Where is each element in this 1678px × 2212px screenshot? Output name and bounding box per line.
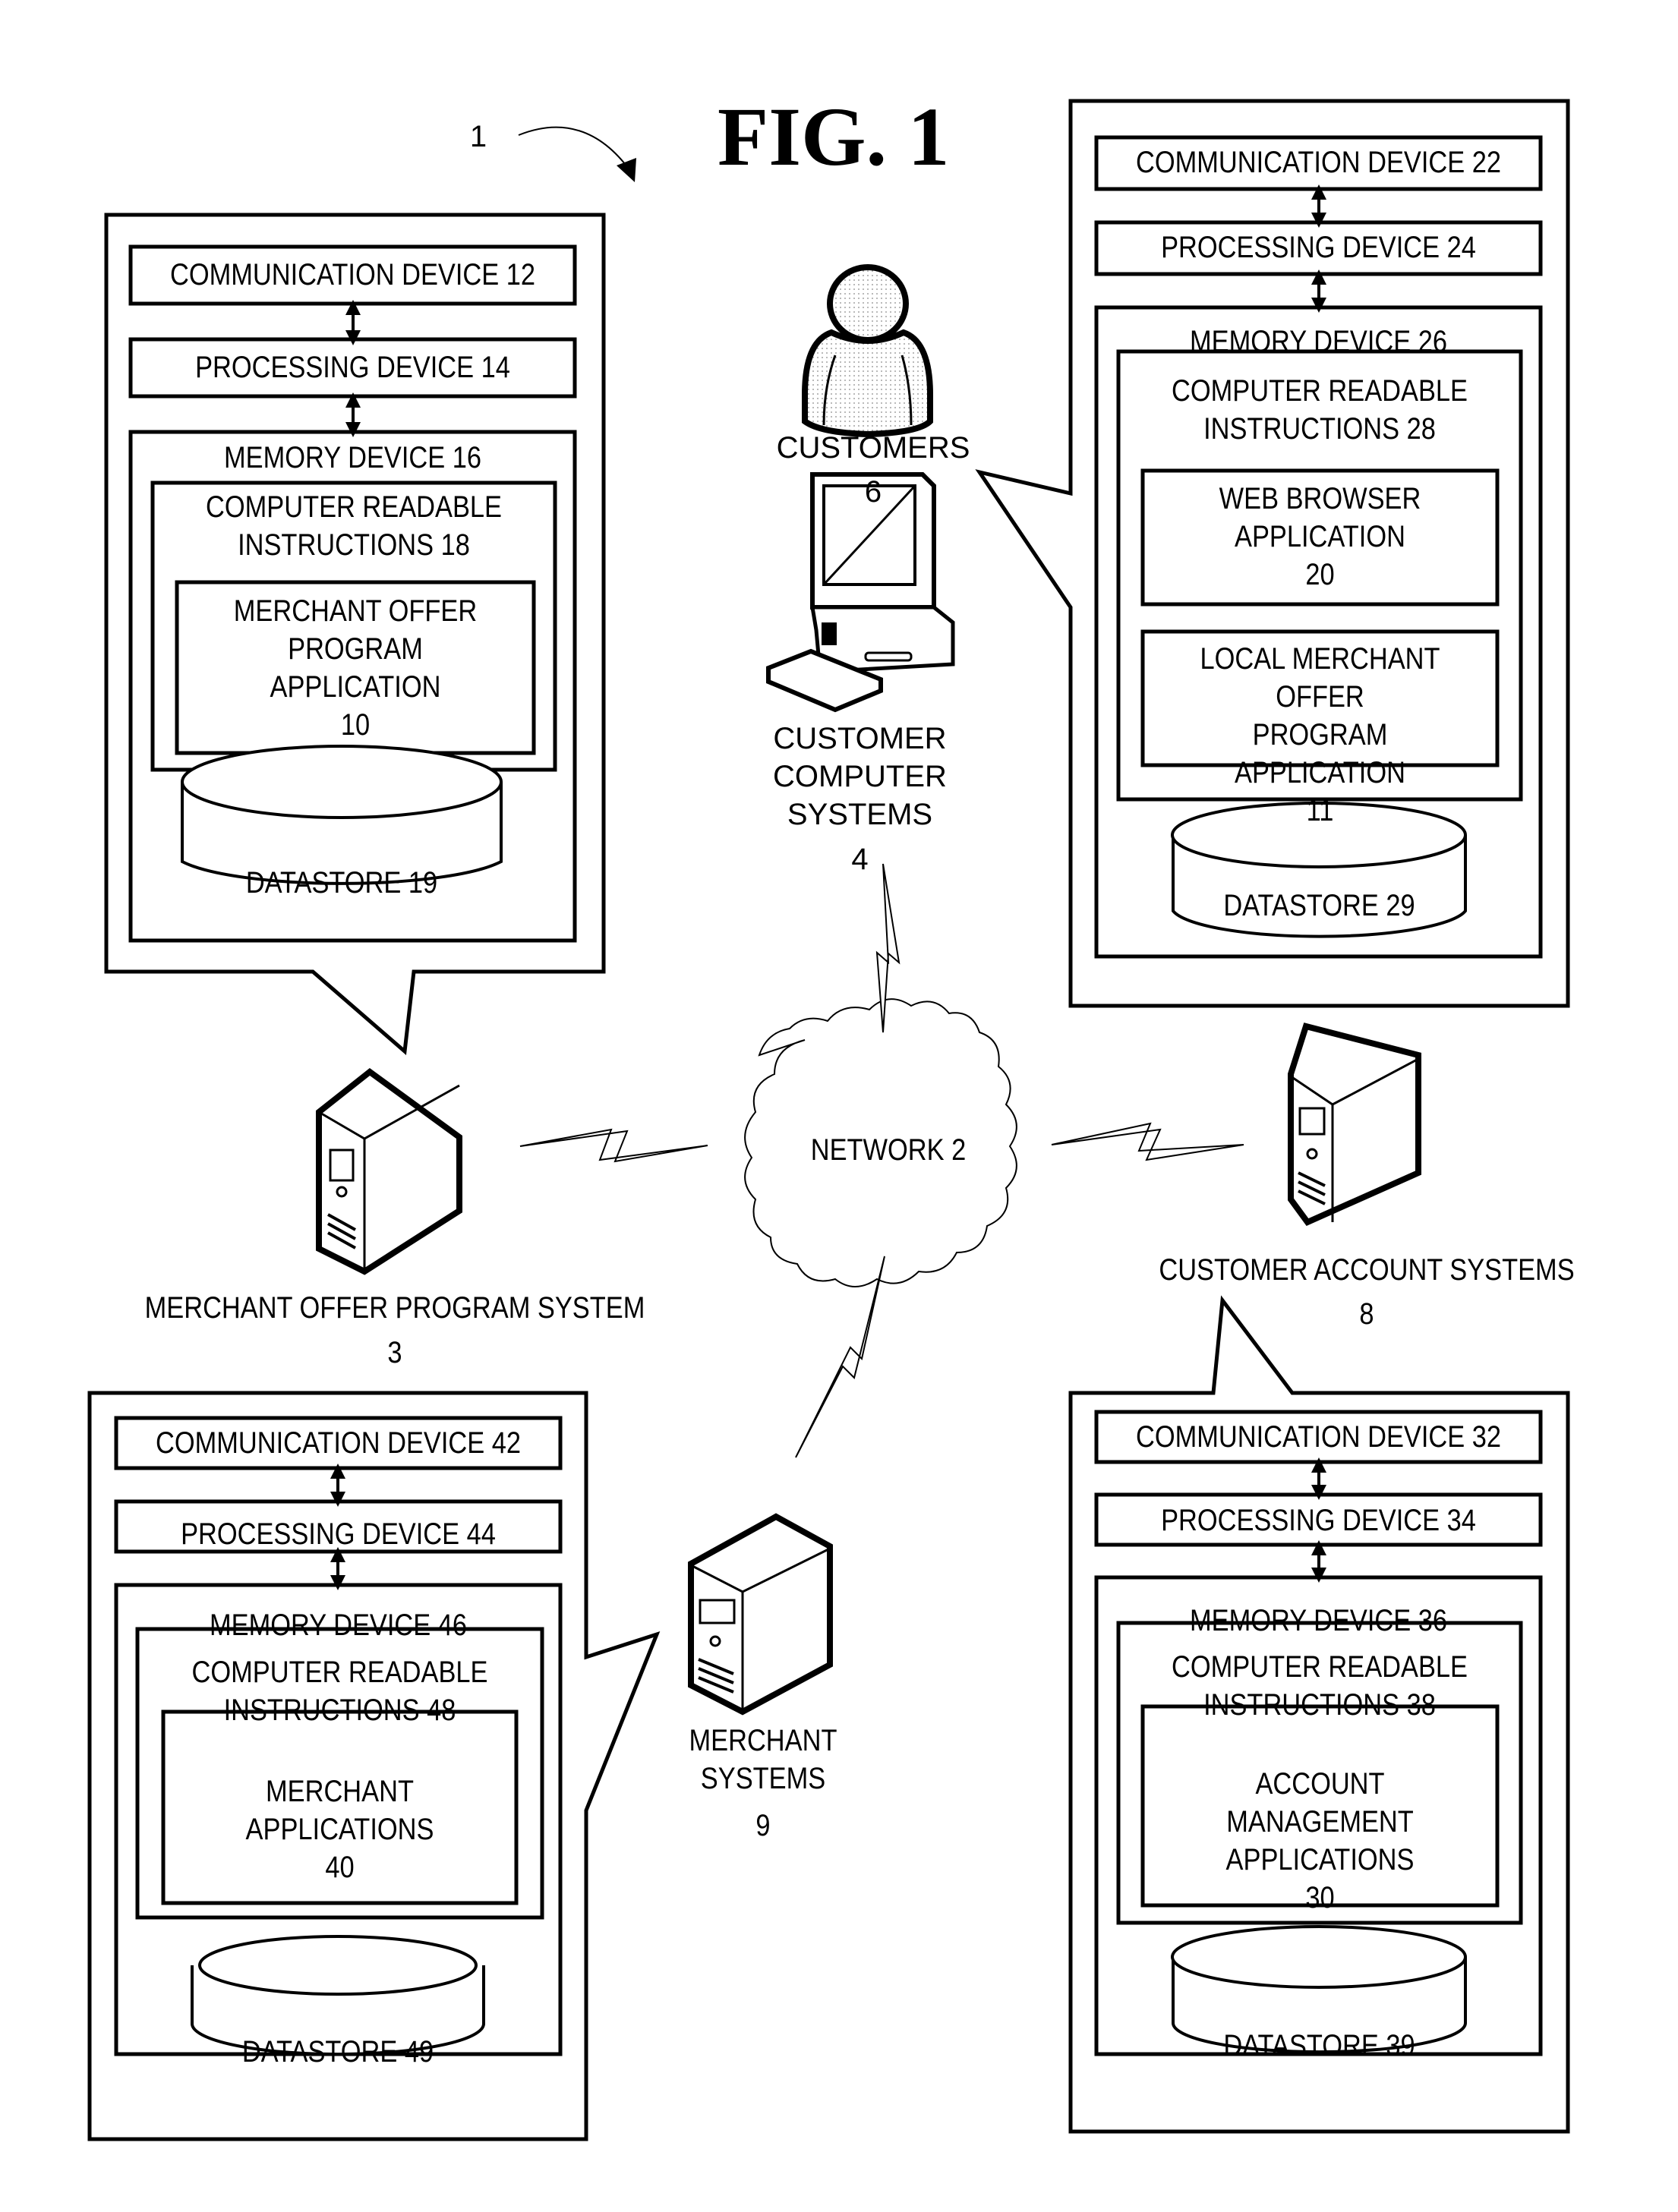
app-11-label: LOCAL MERCHANT OFFER PROGRAM APPLICATION… (1200, 642, 1440, 827)
memory-device-36-label: MEMORY DEVICE 36 (1189, 1604, 1448, 1637)
processing-device-24-label: PROCESSING DEVICE 24 (1161, 231, 1476, 264)
app-10-label: MERCHANT OFFER PROGRAM APPLICATION 10 (233, 594, 478, 742)
app-20-label: WEB BROWSER APPLICATION 20 (1219, 482, 1421, 591)
merchant-systems-ref: 9 (755, 1809, 771, 1842)
system-reference-number: 1 (469, 120, 487, 153)
link-mops-network-icon (519, 1128, 708, 1163)
processing-device-44-label: PROCESSING DEVICE 44 (181, 1517, 496, 1551)
figure-title: FIG. 1 (718, 90, 950, 183)
customer-computer-systems-ref: 4 (851, 843, 869, 876)
customer-computer-systems-label: CUSTOMER COMPUTER SYSTEMS (773, 722, 947, 831)
instructions-28-label: COMPUTER READABLE INSTRUCTIONS 28 (1172, 374, 1468, 446)
network-label: NETWORK 2 (810, 1133, 967, 1167)
datastore-19-label: DATASTORE 19 (245, 866, 438, 900)
link-network-merchant-icon (795, 1256, 885, 1458)
datastore-29-label: DATASTORE 29 (1223, 889, 1415, 922)
mops-label: MERCHANT OFFER PROGRAM SYSTEM (144, 1291, 645, 1325)
merchant-systems-label: MERCHANT SYSTEMS (689, 1724, 837, 1795)
link-network-customer-account-icon (1051, 1122, 1244, 1161)
communication-device-32-label: COMMUNICATION DEVICE 32 (1135, 1420, 1502, 1454)
processing-device-14-label: PROCESSING DEVICE 14 (195, 351, 510, 384)
memory-device-26-label: MEMORY DEVICE 26 (1189, 325, 1448, 358)
mops-ref: 3 (387, 1336, 402, 1369)
communication-device-22-label: COMMUNICATION DEVICE 22 (1135, 146, 1502, 179)
instructions-18-label: COMPUTER READABLE INSTRUCTIONS 18 (206, 490, 502, 562)
memory-device-46-label: MEMORY DEVICE 46 (209, 1609, 468, 1642)
customer-person-icon (802, 264, 933, 438)
server-merchant-icon (688, 1513, 833, 1716)
reference-arrow-1 (518, 126, 631, 172)
server-mops-icon (316, 1067, 462, 1275)
app-40-label: MERCHANT APPLICATIONS 40 (245, 1775, 434, 1884)
reference-arrowhead-icon (617, 158, 636, 182)
callout-merchant (87, 1391, 661, 2141)
customer-account-systems-label: CUSTOMER ACCOUNT SYSTEMS (1159, 1253, 1575, 1287)
app-30-label: ACCOUNT MANAGEMENT APPLICATIONS 30 (1225, 1767, 1415, 1914)
customer-account-systems-ref: 8 (1359, 1297, 1374, 1331)
customers-label: CUSTOMERS (776, 431, 970, 465)
processing-device-34-label: PROCESSING DEVICE 34 (1161, 1504, 1476, 1537)
server-customer-account-icon (1288, 1022, 1421, 1226)
memory-device-16-label: MEMORY DEVICE 16 (223, 441, 482, 474)
communication-device-42-label: COMMUNICATION DEVICE 42 (155, 1426, 522, 1460)
instructions-38-label: COMPUTER READABLE INSTRUCTIONS 38 (1172, 1650, 1468, 1722)
instructions-48-label: COMPUTER READABLE INSTRUCTIONS 48 (191, 1656, 488, 1727)
customers-ref: 6 (864, 475, 882, 509)
communication-device-12-label: COMMUNICATION DEVICE 12 (169, 258, 536, 291)
datastore-39-label: DATASTORE 39 (1223, 2029, 1415, 2062)
datastore-19-icon (181, 745, 503, 885)
datastore-49-label: DATASTORE 49 (241, 2035, 434, 2069)
